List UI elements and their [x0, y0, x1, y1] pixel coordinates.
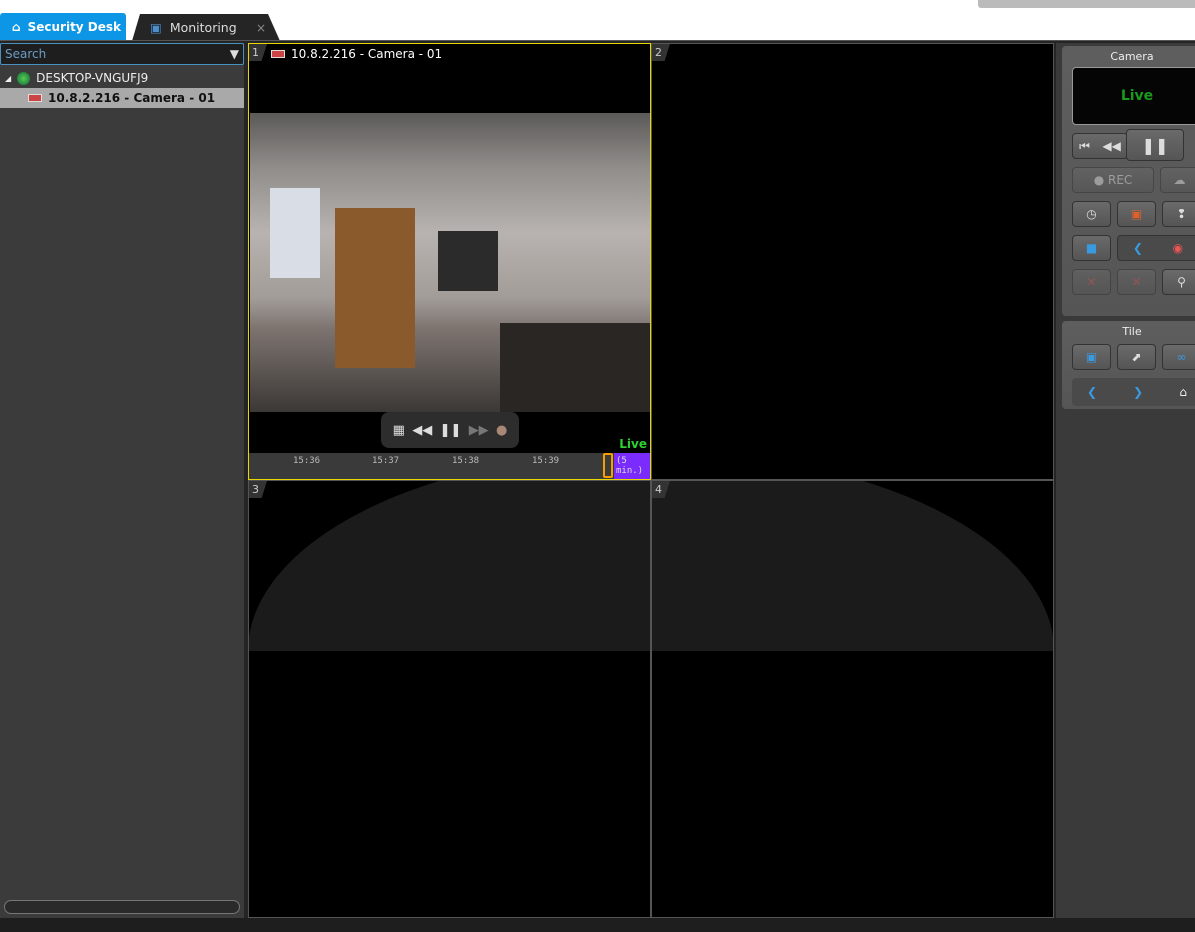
camera-icon: [271, 50, 285, 58]
playback-controls: ▦ ◀◀ ❚❚ ▶▶ ●: [381, 412, 519, 448]
entity-tree: ◢ DESKTOP-VNGUFJ9 10.8.2.216 - Camera - 0…: [0, 68, 244, 108]
tick-label: 15:38: [452, 456, 480, 466]
tile-title: 10.8.2.216 - Camera - 01: [271, 47, 442, 61]
expander-icon[interactable]: ◢: [5, 74, 11, 83]
timeline-cursor[interactable]: [603, 453, 613, 478]
widget-title: Tile: [1122, 325, 1142, 338]
tab-security-desk[interactable]: ⌂ Security Desk: [0, 13, 126, 41]
skip-start-icon[interactable]: ⏮: [1079, 139, 1090, 154]
footsteps-icon[interactable]: ❢: [1162, 201, 1195, 227]
tile-grid: 1 10.8.2.216 - Camera - 01 ▦ ◀◀ ❚❚ ▶▶ ● Live…: [248, 43, 1054, 918]
tab-monitoring[interactable]: ▣ Monitoring ×: [132, 14, 280, 41]
lock-icon[interactable]: ●: [496, 423, 507, 438]
title-bar: ⌂ Security Desk ▣ Monitoring ×: [0, 0, 1195, 41]
bookmark-group: ❮ ◉: [1117, 235, 1195, 261]
home-icon[interactable]: ⌂: [1179, 385, 1187, 399]
video-feed[interactable]: [250, 113, 650, 412]
search-input[interactable]: Search ▼: [0, 43, 244, 65]
snapshot-icon[interactable]: ▣: [1117, 201, 1156, 227]
forward-icon[interactable]: ▶▶: [469, 423, 489, 438]
close-tab-button[interactable]: ×: [256, 21, 266, 35]
clock-icon[interactable]: ◷: [1072, 201, 1111, 227]
popout-icon[interactable]: ⬈: [1117, 344, 1156, 370]
fullscreen-icon[interactable]: ▣: [1072, 344, 1111, 370]
tile-3[interactable]: 3: [248, 480, 651, 918]
tile-2[interactable]: 2: [651, 43, 1054, 480]
camera-widget: Camera Live ⏮ ◀◀ ❚❚ ● REC ☁ ◷ ▣ ❢ ■ ❮ ◉ ✕ ✕ ⚲: [1062, 46, 1195, 316]
slow-motion-button[interactable]: ☁: [1160, 167, 1195, 193]
tick-label: 15:39: [532, 456, 560, 466]
tile-1[interactable]: 1 10.8.2.216 - Camera - 01 ▦ ◀◀ ❚❚ ▶▶ ● Live…: [248, 43, 651, 480]
tree-node-desktop[interactable]: ◢ DESKTOP-VNGUFJ9: [0, 68, 244, 88]
pause-button[interactable]: ❚❚: [1126, 129, 1184, 161]
tile-number: 2: [652, 44, 670, 61]
dashboard-panel: Camera Live ⏮ ◀◀ ❚❚ ● REC ☁ ◷ ▣ ❢ ■ ❮ ◉ ✕ ✕ ⚲ Til…: [1056, 43, 1195, 918]
back-icon[interactable]: ❮: [1133, 241, 1143, 255]
rewind-icon[interactable]: ◀◀: [1102, 139, 1120, 153]
window: [270, 188, 320, 278]
tick-label: 15:36: [293, 456, 321, 466]
tile-4[interactable]: 4: [651, 480, 1054, 918]
tile-number: 4: [652, 481, 670, 498]
sidebar: Search ▼ ◢ DESKTOP-VNGUFJ9 10.8.2.216 - Ca…: [0, 43, 244, 918]
camera-icon: [28, 94, 42, 102]
tree-node-camera[interactable]: 10.8.2.216 - Camera - 01: [0, 88, 244, 108]
filmstrip-icon[interactable]: ▦: [393, 423, 405, 438]
door: [335, 208, 415, 368]
playback-group: ⏮ ◀◀: [1072, 133, 1128, 159]
board: [438, 231, 498, 291]
lock-icon: ●: [1093, 173, 1105, 187]
desk: [500, 323, 650, 412]
binoculars-icon[interactable]: ∞: [1162, 344, 1195, 370]
timeline-range: (5 min.): [614, 453, 650, 479]
next-icon[interactable]: ❯: [1133, 385, 1143, 399]
divider: [0, 40, 1195, 41]
tile-number: 3: [249, 481, 267, 498]
globe-icon: [17, 71, 31, 85]
monitoring-icon: ▣: [150, 20, 162, 35]
bookmark-icon[interactable]: ◉: [1173, 241, 1183, 255]
system-tray: [978, 0, 1195, 8]
pause-icon[interactable]: ❚❚: [440, 423, 462, 438]
camera-status: Live: [1072, 67, 1195, 125]
previous-icon[interactable]: ❮: [1087, 385, 1097, 399]
tile-widget: Tile ▣ ⬈ ∞ ❮ ❯ ⌂: [1062, 321, 1195, 409]
rewind-icon[interactable]: ◀◀: [412, 423, 432, 438]
clear-icon[interactable]: ✕: [1117, 269, 1156, 295]
horizontal-scrollbar[interactable]: [4, 900, 240, 914]
live-label: Live: [619, 437, 647, 451]
widget-title: Camera: [1110, 50, 1154, 63]
status-bar: [0, 918, 1195, 932]
disconnect-icon[interactable]: ✕: [1072, 269, 1111, 295]
tile-number: 1: [249, 44, 267, 61]
monitor-icon[interactable]: ■: [1072, 235, 1111, 261]
zoom-icon[interactable]: ⚲: [1162, 269, 1195, 295]
filter-icon[interactable]: ▼: [230, 47, 239, 61]
timeline[interactable]: 15:36 15:37 15:38 15:39 (5 min.): [249, 453, 650, 479]
record-button[interactable]: ● REC: [1072, 167, 1154, 193]
tick-label: 15:37: [372, 456, 400, 466]
home-icon: ⌂: [12, 20, 21, 34]
